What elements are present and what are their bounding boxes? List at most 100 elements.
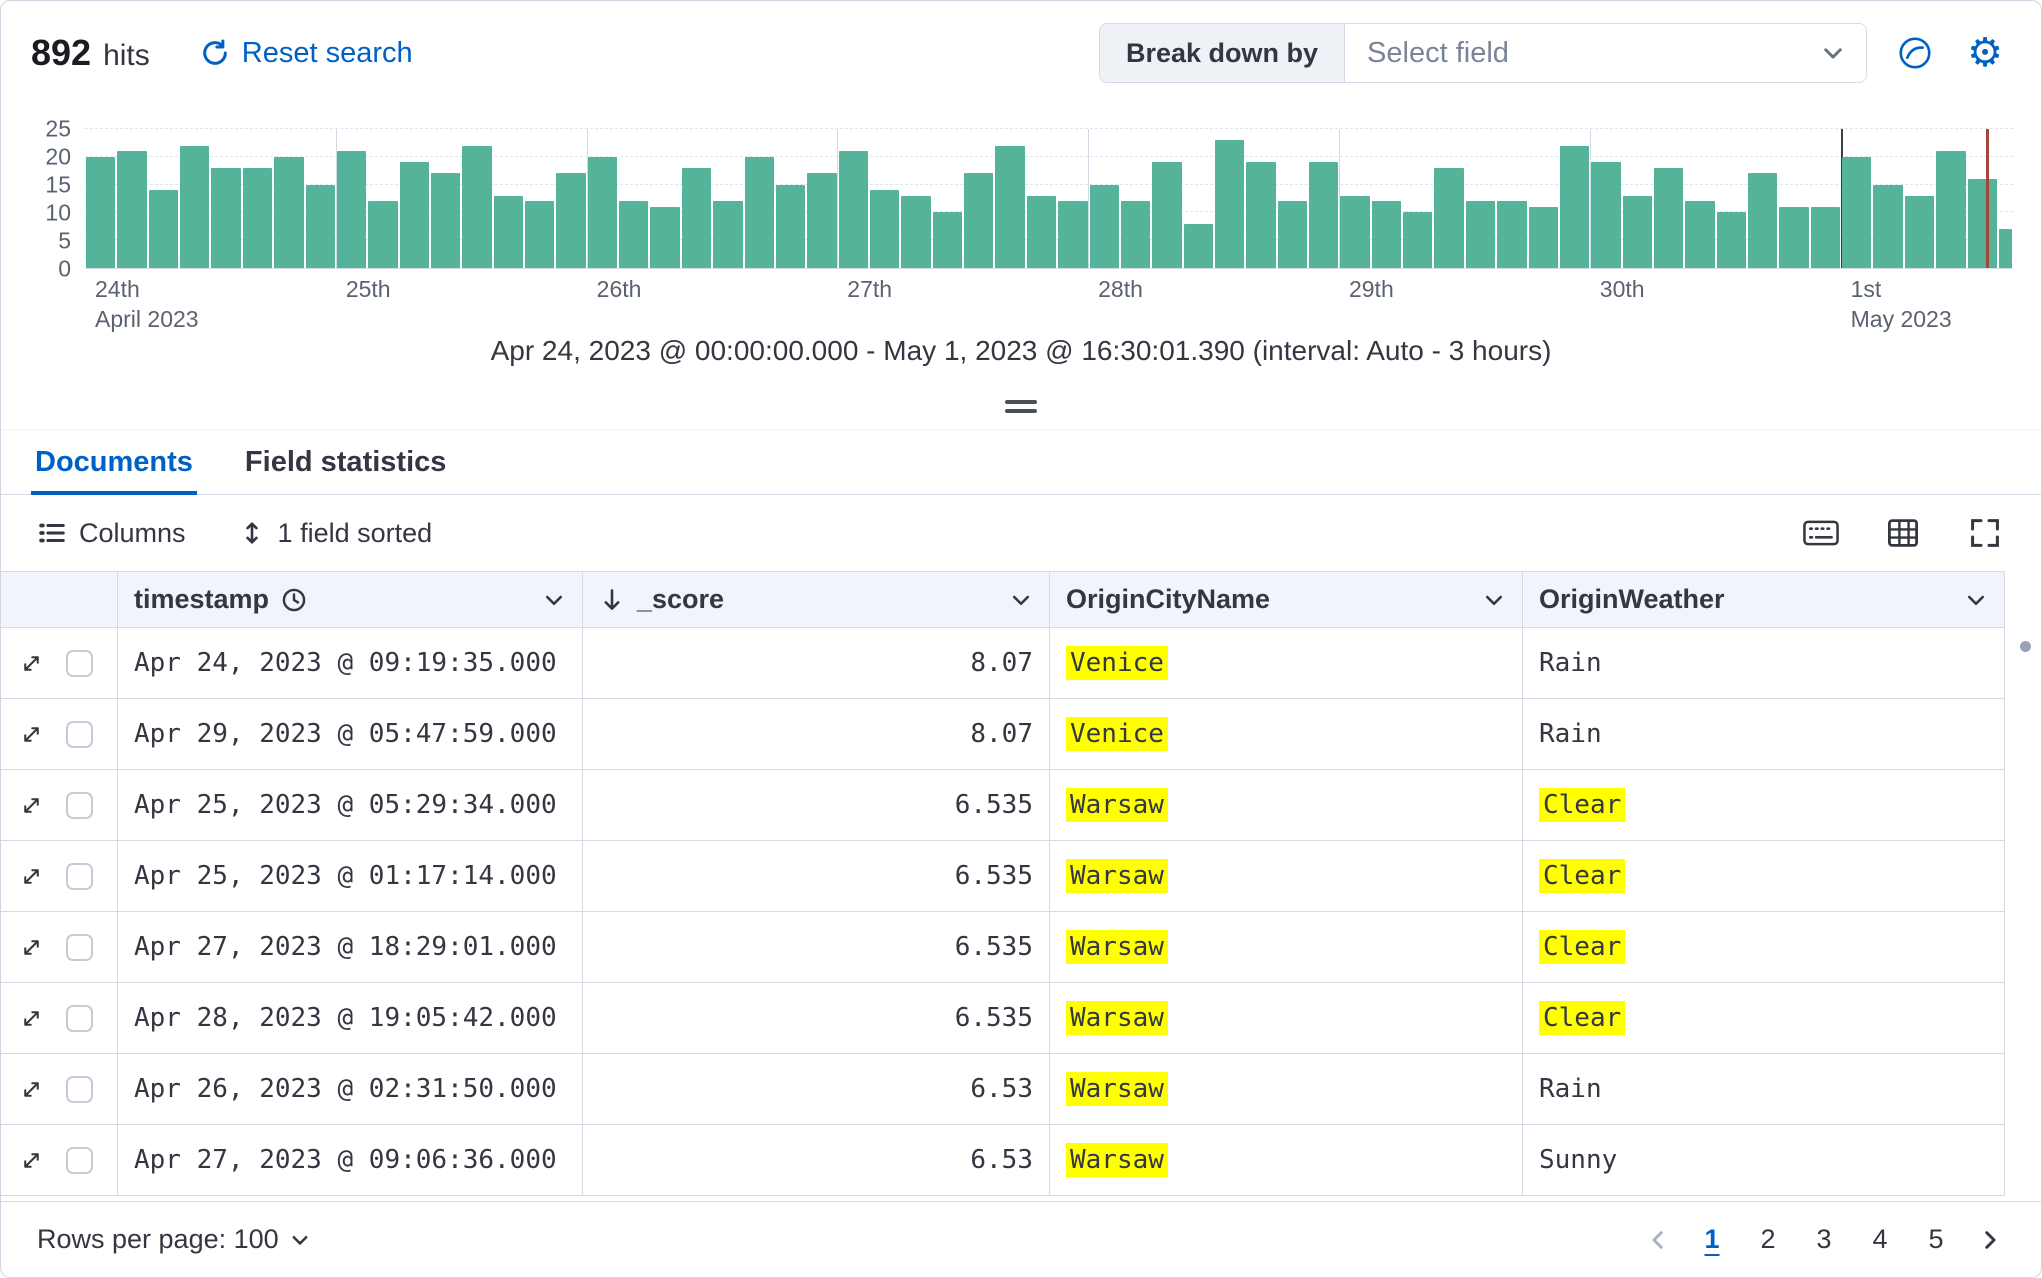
histogram-bar[interactable] <box>1748 173 1778 268</box>
histogram-bar[interactable] <box>1183 223 1213 268</box>
histogram-bar[interactable] <box>1403 212 1433 268</box>
histogram-bar[interactable] <box>1936 151 1966 268</box>
histogram-bar[interactable] <box>964 173 994 268</box>
reset-search-button[interactable]: Reset search <box>194 36 419 71</box>
histogram-bar[interactable] <box>117 151 147 268</box>
histogram-bar[interactable] <box>1497 201 1527 268</box>
histogram-bar[interactable] <box>1309 162 1339 268</box>
histogram-bar[interactable] <box>368 201 398 268</box>
breakdown-field-select[interactable]: Select field <box>1345 24 1866 82</box>
histogram-bar[interactable] <box>807 173 837 268</box>
histogram-bar[interactable] <box>1026 195 1057 268</box>
histogram-bar[interactable] <box>1591 162 1621 268</box>
histogram-bar[interactable] <box>242 167 273 268</box>
histogram-bar[interactable] <box>1873 184 1903 268</box>
histogram-bar[interactable] <box>336 151 367 268</box>
histogram-plot[interactable] <box>85 128 2013 269</box>
fullscreen-button[interactable] <box>1963 511 2007 555</box>
rows-per-page-button[interactable]: Rows per page: 100 <box>31 1223 317 1256</box>
histogram-bar[interactable] <box>1528 206 1558 268</box>
previous-page-button[interactable] <box>1637 1227 1679 1253</box>
histogram-bar[interactable] <box>525 201 555 268</box>
histogram-bar[interactable] <box>1214 140 1245 268</box>
expand-document-button[interactable] <box>19 651 44 676</box>
row-checkbox[interactable] <box>66 1146 93 1174</box>
histogram-bar[interactable] <box>901 195 931 268</box>
page-button-5[interactable]: 5 <box>1913 1217 1959 1263</box>
chart-settings-button[interactable]: ⚙ <box>1963 31 2007 75</box>
next-page-button[interactable] <box>1969 1227 2011 1253</box>
row-checkbox[interactable] <box>66 649 93 677</box>
histogram-bar[interactable] <box>713 201 743 268</box>
histogram-bar[interactable] <box>556 173 586 268</box>
histogram-bar[interactable] <box>932 212 963 268</box>
histogram-bar[interactable] <box>1716 212 1747 268</box>
histogram-bar[interactable] <box>650 206 680 268</box>
keyboard-shortcuts-button[interactable] <box>1799 511 1843 555</box>
expand-document-button[interactable] <box>19 722 44 747</box>
row-checkbox[interactable] <box>66 791 93 819</box>
histogram-bar[interactable] <box>869 190 900 268</box>
histogram-bar[interactable] <box>1685 201 1715 268</box>
page-button-3[interactable]: 3 <box>1801 1217 1847 1263</box>
tab-documents[interactable]: Documents <box>31 430 197 495</box>
histogram-bar[interactable] <box>744 156 774 268</box>
histogram-bar[interactable] <box>462 145 492 268</box>
row-checkbox[interactable] <box>66 720 93 748</box>
row-checkbox[interactable] <box>66 933 93 961</box>
column-header-origincityname[interactable]: OriginCityName <box>1050 571 1523 628</box>
histogram-bar[interactable] <box>148 190 179 268</box>
tab-field-statistics[interactable]: Field statistics <box>241 430 450 494</box>
row-checkbox[interactable] <box>66 862 93 890</box>
columns-button[interactable]: Columns <box>31 517 192 550</box>
histogram-bar[interactable] <box>274 156 304 268</box>
histogram-bar[interactable] <box>1089 184 1119 268</box>
histogram-bar[interactable] <box>1622 195 1652 268</box>
column-header-timestamp[interactable]: timestamp <box>118 571 583 628</box>
histogram-bar[interactable] <box>1465 201 1496 268</box>
histogram-bar[interactable] <box>838 151 868 268</box>
chevron-down-icon[interactable] <box>542 588 566 612</box>
chevron-down-icon[interactable] <box>1482 588 1506 612</box>
expand-document-button[interactable] <box>19 935 44 960</box>
histogram-bar[interactable] <box>1277 201 1308 268</box>
histogram-bar[interactable] <box>1967 179 1997 268</box>
histogram-bar[interactable] <box>493 195 524 268</box>
chevron-down-icon[interactable] <box>1964 588 1988 612</box>
column-header-score[interactable]: _score <box>583 571 1050 628</box>
histogram-bar[interactable] <box>305 184 335 268</box>
histogram-bar[interactable] <box>1340 195 1370 268</box>
expand-document-button[interactable] <box>19 793 44 818</box>
histogram-bar[interactable] <box>211 167 241 268</box>
histogram-bar[interactable] <box>1152 162 1182 268</box>
histogram-bar[interactable] <box>1810 206 1841 268</box>
chevron-down-icon[interactable] <box>1009 588 1033 612</box>
histogram-bar[interactable] <box>1371 201 1402 268</box>
page-button-4[interactable]: 4 <box>1857 1217 1903 1263</box>
histogram-bar[interactable] <box>180 145 210 268</box>
column-header-originweather[interactable]: OriginWeather <box>1523 571 2005 628</box>
histogram-bar[interactable] <box>86 156 116 268</box>
display-options-button[interactable] <box>1881 511 1925 555</box>
histogram-bar[interactable] <box>1842 156 1872 268</box>
histogram-bar[interactable] <box>1246 162 1276 268</box>
expand-document-button[interactable] <box>19 1077 44 1102</box>
histogram-bar[interactable] <box>1559 145 1590 268</box>
expand-document-button[interactable] <box>19 1148 44 1173</box>
row-checkbox[interactable] <box>66 1004 93 1032</box>
histogram-bar[interactable] <box>1653 167 1684 268</box>
page-button-2[interactable]: 2 <box>1745 1217 1791 1263</box>
sort-fields-button[interactable]: 1 field sorted <box>232 517 439 550</box>
expand-document-button[interactable] <box>19 864 44 889</box>
row-checkbox[interactable] <box>66 1075 93 1103</box>
histogram-bar[interactable] <box>1904 195 1935 268</box>
histogram-bar[interactable] <box>619 201 649 268</box>
histogram-bar[interactable] <box>681 167 712 268</box>
expand-document-button[interactable] <box>19 1006 44 1031</box>
page-button-1[interactable]: 1 <box>1689 1217 1735 1263</box>
histogram-bar[interactable] <box>399 162 429 268</box>
histogram-bar[interactable] <box>430 173 461 268</box>
histogram-bar[interactable] <box>1998 229 2013 268</box>
scrollbar-thumb[interactable] <box>2020 641 2031 652</box>
histogram-bar[interactable] <box>587 156 618 268</box>
